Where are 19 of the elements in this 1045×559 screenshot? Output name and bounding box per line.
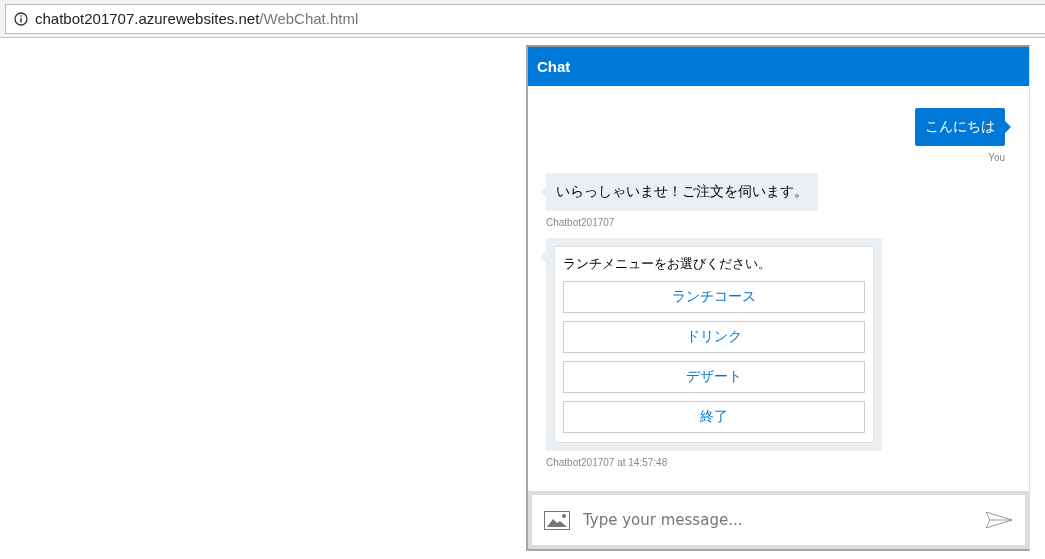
message-box[interactable]: Type your message... <box>532 495 1025 545</box>
image-icon[interactable] <box>544 510 570 530</box>
url-path: /WebChat.html <box>259 10 359 27</box>
menu-option-button[interactable]: ドリンク <box>563 321 865 353</box>
info-icon <box>14 11 28 26</box>
message-bubble: いらっしゃいませ！ご注文を伺います。 <box>546 173 818 211</box>
message-bubble: こんにちは <box>915 108 1005 146</box>
address-bar[interactable]: chatbot201707.azurewebsites.net/WebChat.html <box>5 3 1045 34</box>
bubble-tail <box>1005 121 1011 133</box>
message-meta: Chatbot201707 at 14:57:48 <box>546 457 668 468</box>
menu-option-button[interactable]: ランチコース <box>563 281 865 313</box>
message-meta: Chatbot201707 <box>546 217 615 228</box>
card-text: ランチメニューをお選びください。 <box>563 255 772 273</box>
menu-option-button[interactable]: デザート <box>563 361 865 393</box>
chat-title: Chat <box>528 47 1029 86</box>
url-host: chatbot201707.azurewebsites.net <box>35 10 260 27</box>
send-icon[interactable] <box>985 511 1013 529</box>
menu-option-button[interactable]: 終了 <box>563 401 865 433</box>
message-meta: You <box>988 152 1005 163</box>
